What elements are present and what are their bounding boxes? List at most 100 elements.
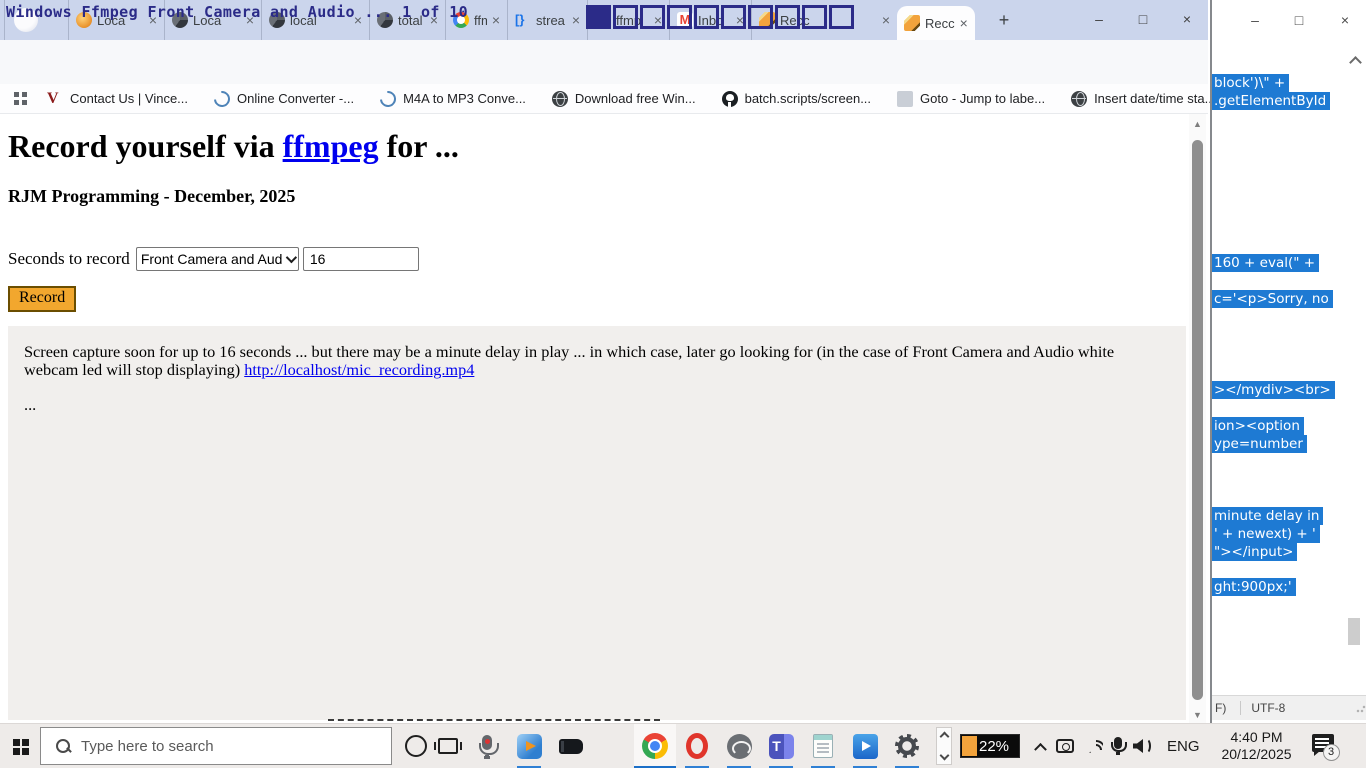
tab-favicon bbox=[904, 15, 920, 31]
bookmark-item[interactable]: Contact Us | Vince... bbox=[34, 91, 201, 107]
taskbar-app-button[interactable] bbox=[592, 724, 634, 768]
taskbar-app-button[interactable] bbox=[844, 724, 886, 768]
scroll-up-chevron-icon[interactable] bbox=[940, 732, 950, 742]
tab-close-icon[interactable]: × bbox=[882, 13, 890, 27]
progress-square bbox=[721, 5, 746, 29]
selected-code-line: ></mydiv><br> bbox=[1212, 381, 1335, 399]
editor-minimize-button[interactable]: – bbox=[1240, 8, 1270, 32]
task-view-button[interactable] bbox=[438, 738, 458, 754]
bookmark-label: Contact Us | Vince... bbox=[70, 91, 188, 106]
taskbar-app-icon bbox=[895, 734, 919, 758]
scroll-down-chevron-icon[interactable] bbox=[940, 751, 950, 761]
bookmark-item[interactable]: Online Converter -... bbox=[201, 91, 367, 107]
new-tab-button[interactable]: + bbox=[992, 9, 1016, 33]
tab-label: ffmp bbox=[474, 13, 487, 28]
bookmark-item[interactable]: M4A to MP3 Conve... bbox=[367, 91, 539, 107]
bookmark-item[interactable]: batch.scripts/screen... bbox=[709, 91, 884, 107]
chevron-down-icon bbox=[286, 252, 297, 263]
taskbar-app-icon bbox=[727, 734, 752, 759]
editor-scrollbar-thumb[interactable] bbox=[1348, 618, 1360, 645]
search-placeholder: Type here to search bbox=[81, 738, 214, 755]
progress-square bbox=[613, 5, 638, 29]
record-button[interactable]: Record bbox=[8, 286, 76, 312]
taskbar-app-button[interactable] bbox=[802, 724, 844, 768]
desktop: Loca × Loca × local × bbox=[0, 0, 1366, 768]
taskbar-toolbar-scroll[interactable] bbox=[936, 727, 952, 765]
editor-scroll-up-icon[interactable] bbox=[1349, 56, 1362, 69]
bookmark-favicon bbox=[1071, 91, 1087, 107]
selected-code-line: minute delay in bbox=[1212, 507, 1323, 525]
resize-grip[interactable] bbox=[1356, 703, 1366, 713]
taskbar-app-button[interactable] bbox=[676, 724, 718, 768]
bookmark-favicon bbox=[377, 87, 400, 110]
scroll-down-arrow[interactable]: ▼ bbox=[1189, 710, 1206, 720]
seconds-input[interactable] bbox=[303, 247, 419, 271]
bookmark-favicon bbox=[211, 87, 234, 110]
start-button[interactable] bbox=[0, 724, 40, 768]
taskbar-app-button[interactable] bbox=[466, 724, 508, 768]
wifi-icon[interactable] bbox=[1085, 739, 1103, 753]
selected-code-line: ion><option bbox=[1212, 417, 1304, 435]
source-select[interactable]: Front Camera and Audio bbox=[136, 247, 299, 271]
language-indicator[interactable]: ENG bbox=[1167, 738, 1200, 755]
selected-code-line: ype=number bbox=[1212, 435, 1307, 453]
record-form-row: Seconds to record Front Camera and Audio bbox=[8, 247, 419, 271]
bookmark-favicon bbox=[552, 91, 568, 107]
tab-close-icon[interactable]: × bbox=[960, 16, 968, 30]
bookmark-item[interactable]: Insert date/time sta... bbox=[1058, 91, 1228, 107]
browser-tab[interactable]: strea × bbox=[507, 0, 587, 40]
bookmark-item[interactable]: Goto - Jump to labe... bbox=[884, 91, 1058, 107]
dashed-selection-line bbox=[328, 719, 660, 721]
battery-percent: 22% bbox=[979, 738, 1009, 755]
tab-favicon bbox=[515, 12, 531, 28]
taskbar-app-button[interactable] bbox=[886, 724, 928, 768]
progress-square bbox=[802, 5, 827, 29]
browser-toolbar: ← → ↻ rjmprogramming.com.au/recording_id… bbox=[0, 40, 1208, 84]
editor-maximize-button[interactable]: □ bbox=[1284, 8, 1314, 32]
selected-code-line: ' + newext) + ' bbox=[1212, 525, 1320, 543]
bookmark-label: Insert date/time sta... bbox=[1094, 91, 1215, 106]
status-divider bbox=[1240, 701, 1241, 715]
bookmark-label: Online Converter -... bbox=[237, 91, 354, 106]
browser-tab[interactable]: Recc × bbox=[897, 6, 975, 40]
bookmark-label: Goto - Jump to labe... bbox=[920, 91, 1045, 106]
scroll-up-arrow[interactable]: ▲ bbox=[1189, 119, 1206, 129]
page-content: Record yourself via ffmpeg for ... RJM P… bbox=[0, 114, 1189, 723]
taskbar-app-button[interactable] bbox=[508, 724, 550, 768]
editor-close-button[interactable]: × bbox=[1330, 8, 1360, 32]
ffmpeg-link[interactable]: ffmpeg bbox=[283, 128, 379, 164]
taskbar-app-icon bbox=[813, 734, 833, 758]
taskbar-app-button[interactable] bbox=[550, 724, 592, 768]
browser-close-button[interactable]: × bbox=[1166, 0, 1208, 38]
taskbar-clock[interactable]: 4:40 PM 20/12/2025 bbox=[1214, 729, 1300, 763]
browser-minimize-button[interactable]: – bbox=[1078, 0, 1120, 38]
cortana-button[interactable] bbox=[405, 735, 427, 757]
source-select-value: Front Camera and Audio bbox=[141, 251, 282, 267]
taskbar-app-button[interactable] bbox=[718, 724, 760, 768]
taskbar-app-button[interactable] bbox=[634, 724, 676, 768]
volume-icon[interactable] bbox=[1133, 738, 1151, 754]
bookmark-label: Download free Win... bbox=[575, 91, 696, 106]
bookmark-item[interactable]: Download free Win... bbox=[539, 91, 709, 107]
browser-maximize-button[interactable]: □ bbox=[1122, 0, 1164, 38]
editor-window: – □ × block')\" + .getElementById 160 + … bbox=[1210, 0, 1366, 723]
microphone-tray-icon[interactable] bbox=[1114, 737, 1122, 749]
battery-fill bbox=[962, 736, 977, 756]
taskbar-app-button[interactable] bbox=[760, 724, 802, 768]
selected-code-line: "></input> bbox=[1212, 543, 1297, 561]
progress-square bbox=[748, 5, 773, 29]
scrollbar-thumb[interactable] bbox=[1192, 140, 1203, 700]
clock-time: 4:40 PM bbox=[1214, 729, 1300, 746]
page-scrollbar[interactable]: ▲ ▼ bbox=[1189, 114, 1206, 723]
action-center-button[interactable]: 3 bbox=[1312, 734, 1338, 758]
tab-close-icon[interactable]: × bbox=[572, 13, 580, 27]
progress-square bbox=[775, 5, 800, 29]
tab-close-icon[interactable]: × bbox=[492, 13, 500, 27]
tab-label: strea bbox=[536, 13, 567, 28]
hidden-icons-chevron[interactable] bbox=[1034, 742, 1047, 755]
meet-now-icon[interactable] bbox=[1056, 739, 1074, 753]
taskbar-search[interactable]: Type here to search bbox=[40, 727, 392, 765]
progress-square bbox=[640, 5, 665, 29]
taskbar-app-icon bbox=[769, 734, 794, 759]
recording-link[interactable]: http://localhost/mic_recording.mp4 bbox=[244, 360, 474, 379]
